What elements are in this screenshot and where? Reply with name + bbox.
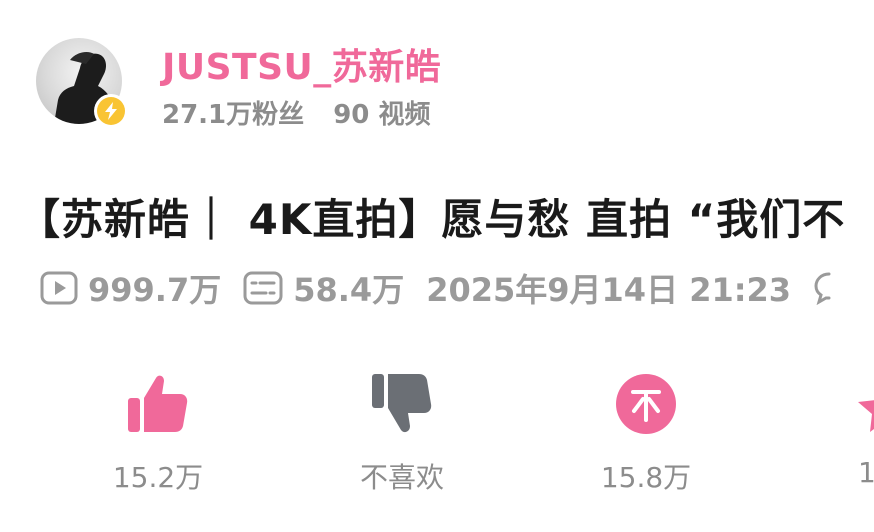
danmaku-count: 58.4万 (243, 265, 404, 311)
follower-count: 27.1万粉丝 (162, 100, 305, 130)
author-stats: 27.1万粉丝 90 视频 (162, 94, 430, 131)
play-count-value: 999.7万 (88, 271, 222, 309)
video-count: 90 视频 (333, 100, 431, 130)
dislike-label: 不喜欢 (359, 461, 444, 494)
video-meta: 999.7万 58.4万 2025年9月14日 21:23 (40, 266, 853, 310)
danmaku-count-value: 58.4万 (293, 271, 405, 309)
danmaku-icon (243, 271, 283, 305)
favorite-count: 1 (858, 456, 874, 489)
publish-date: 2025年9月14日 21:23 (426, 271, 792, 309)
author-name[interactable]: JUSTSU_苏新皓 (162, 38, 441, 90)
favorite-button[interactable]: 1 (780, 370, 874, 489)
play-count: 999.7万 (40, 265, 221, 311)
coin-icon[interactable] (615, 373, 677, 439)
like-icon[interactable] (126, 372, 190, 440)
like-button[interactable]: 15.2万 (78, 370, 238, 496)
author-avatar-wrap[interactable] (36, 38, 128, 128)
play-count-icon (40, 271, 78, 305)
favorite-icon[interactable] (858, 374, 874, 438)
like-count: 15.2万 (112, 461, 204, 494)
video-title[interactable]: 【苏新皓｜ 4K直拍】愿与愁 直拍 “我们不 (18, 186, 845, 247)
coin-button[interactable]: 15.8万 (566, 370, 726, 496)
dislike-icon[interactable] (370, 370, 434, 442)
action-bar: 15.2万 不喜欢 15.8万 1 (0, 370, 874, 500)
verified-icon (97, 97, 125, 125)
comment-icon[interactable] (813, 271, 843, 305)
verified-badge (94, 94, 128, 128)
coin-count: 15.8万 (600, 461, 692, 494)
dislike-button[interactable]: 不喜欢 (322, 370, 482, 496)
